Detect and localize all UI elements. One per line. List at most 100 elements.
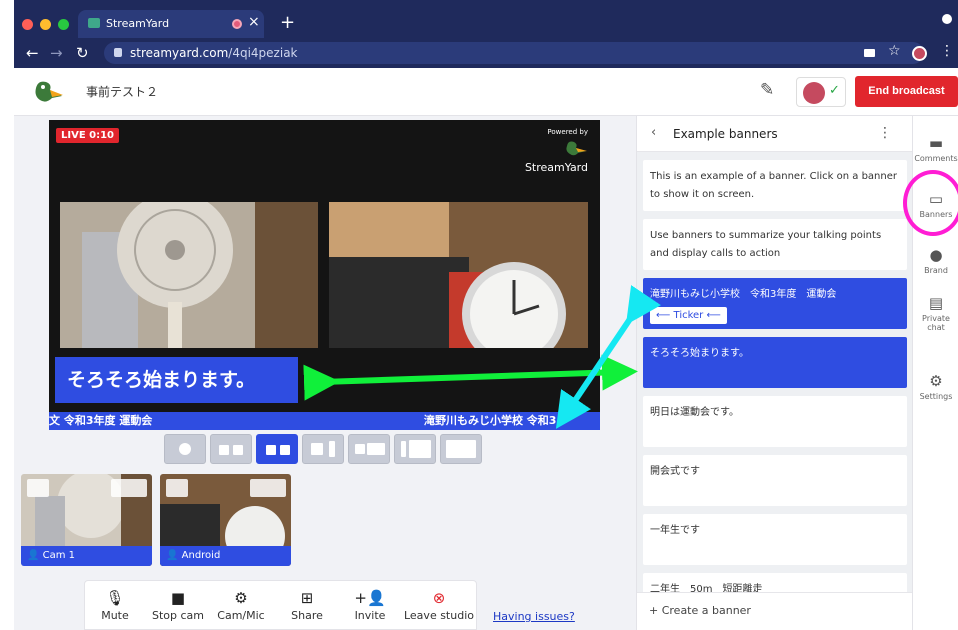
- cam-mic-settings-button[interactable]: ⚙ Cam/Mic: [211, 587, 271, 622]
- screen-share-icon: ⊞: [300, 589, 314, 607]
- person-icon: [266, 445, 276, 455]
- cam-label: 👤 Cam 1: [21, 546, 152, 566]
- banner-text: 二年生 50m 短距離走: [650, 584, 763, 592]
- broadcast-stage: LIVE 0:10 Powered by StreamYard そろそろ始まりま…: [49, 120, 600, 430]
- destination-avatar: [803, 82, 825, 104]
- person-icon: [329, 441, 335, 457]
- studio-title: 事前テスト２: [86, 85, 159, 99]
- profile-avatar-icon[interactable]: [912, 46, 927, 61]
- reload-icon[interactable]: ↻: [76, 44, 89, 62]
- having-issues-link[interactable]: Having issues?: [493, 610, 575, 623]
- person-icon[interactable]: [166, 479, 188, 497]
- muted-mic-menu-icon[interactable]: [250, 479, 286, 497]
- close-window-icon[interactable]: [22, 19, 33, 30]
- banner-text: 明日は運動会です。: [650, 407, 739, 418]
- tab-close-icon[interactable]: ×: [248, 14, 260, 30]
- banner-item-ticker[interactable]: 滝野川もみじ小学校 令和3年度 運動会 ⟵ Ticker ⟵: [643, 278, 907, 329]
- lock-icon: [114, 48, 122, 57]
- camera-icon: ■: [170, 589, 186, 607]
- cam-tile-cam1[interactable]: 👤 Cam 1: [21, 474, 152, 566]
- banner-text: Use banners to summarize your talking po…: [650, 230, 882, 259]
- layout-side-button[interactable]: [348, 434, 390, 464]
- streamyard-favicon-icon: [88, 18, 100, 28]
- layout-full-screen-button[interactable]: [440, 434, 482, 464]
- banner-item[interactable]: 開会式です: [643, 455, 907, 506]
- person-icon: [179, 443, 191, 455]
- url-field[interactable]: streamyard.com/4qi4peziak: [104, 42, 924, 64]
- banner-item-active[interactable]: そろそろ始まります。: [643, 337, 907, 388]
- person-icon: [355, 444, 365, 454]
- streamyard-brand-text: StreamYard: [524, 161, 588, 174]
- live-timer-badge: LIVE 0:10: [56, 128, 120, 143]
- more-options-icon[interactable]: ⋮: [878, 125, 892, 141]
- panel-title: Example banners: [673, 127, 778, 141]
- url-host: streamyard.com: [130, 46, 229, 60]
- sidebar-label: Settings: [919, 392, 953, 401]
- screen-icon: [367, 443, 385, 455]
- sidebar-item-comments[interactable]: ▬ Comments: [913, 134, 958, 163]
- share-screen-button[interactable]: ⊞ Share: [277, 587, 337, 622]
- camera-permission-icon[interactable]: [864, 49, 875, 57]
- fan-scene-image: [60, 202, 318, 348]
- on-screen-ticker: 文 令和3年度 運動会 滝野川もみじ小学校 令和3: [49, 412, 600, 430]
- add-person-icon: +👤: [354, 589, 386, 607]
- cam-mic-label: Cam/Mic: [217, 609, 265, 622]
- sidebar-item-brand[interactable]: ● Brand: [913, 246, 958, 275]
- back-chevron-icon[interactable]: ‹: [651, 125, 656, 140]
- close-circle-icon: ⊗: [432, 589, 446, 607]
- powered-by-text: Powered by: [547, 128, 588, 136]
- stop-cam-button[interactable]: ■ Stop cam: [148, 587, 208, 622]
- browser-chrome: StreamYard × + ← → ↻ streamyard.com/4qi4…: [14, 0, 958, 68]
- edit-pencil-icon[interactable]: ✎: [760, 80, 774, 100]
- person-icon: [233, 445, 243, 455]
- layout-group-button[interactable]: [256, 434, 298, 464]
- back-arrow-icon[interactable]: ←: [26, 44, 39, 62]
- layout-thin-button[interactable]: [210, 434, 252, 464]
- bookmark-star-icon[interactable]: ☆: [888, 43, 901, 59]
- banner-text: 滝野川もみじ小学校 令和3年度 運動会: [650, 289, 837, 300]
- layout-screen-button[interactable]: [394, 434, 436, 464]
- person-icon[interactable]: [27, 479, 49, 497]
- browser-tab[interactable]: StreamYard ×: [78, 10, 264, 38]
- mic-menu-icon[interactable]: [111, 479, 147, 497]
- checkmark-icon: ✓: [829, 83, 840, 98]
- streamyard-duck-icon: [566, 141, 587, 156]
- new-tab-button[interactable]: +: [280, 12, 295, 33]
- person-icon: [401, 441, 406, 457]
- banner-item[interactable]: This is an example of a banner. Click on…: [643, 160, 907, 211]
- banner-item[interactable]: 二年生 50m 短距離走: [643, 573, 907, 592]
- browser-menu-icon[interactable]: ⋮: [940, 43, 954, 59]
- banner-item[interactable]: Use banners to summarize your talking po…: [643, 219, 907, 270]
- banner-list: This is an example of a banner. Click on…: [637, 152, 913, 592]
- banners-panel: ‹ Example banners ⋮ This is an example o…: [636, 116, 913, 630]
- zoom-window-icon[interactable]: [58, 19, 69, 30]
- invite-button[interactable]: +👤 Invite: [340, 587, 400, 622]
- on-screen-banner: そろそろ始まります。: [55, 357, 298, 403]
- mute-button[interactable]: 🎙 Mute: [85, 587, 145, 622]
- sidebar-label: Brand: [924, 266, 948, 275]
- screenshot-root: StreamYard × + ← → ↻ streamyard.com/4qi4…: [0, 0, 958, 630]
- create-banner-button[interactable]: + Create a banner: [637, 592, 912, 630]
- sidebar-item-private-chat[interactable]: ▤ Private chat: [913, 294, 958, 332]
- banner-item[interactable]: 明日は運動会です。: [643, 396, 907, 447]
- chat-icon: ▤: [928, 294, 944, 312]
- gear-icon: ⚙: [234, 589, 248, 607]
- powered-by-watermark: Powered by StreamYard: [525, 128, 588, 174]
- screen-icon: [446, 440, 476, 458]
- person-icon: [219, 445, 229, 455]
- screen-icon: [409, 440, 431, 458]
- forward-arrow-icon[interactable]: →: [50, 44, 63, 62]
- profile-menu-icon[interactable]: [942, 14, 952, 24]
- sidebar-item-settings[interactable]: ⚙ Settings: [913, 372, 958, 401]
- highlight-circle-annotation: [903, 170, 958, 236]
- streamyard-duck-logo: [35, 81, 63, 102]
- cam-tile-android[interactable]: 👤 Android: [160, 474, 291, 566]
- destination-avatar-button[interactable]: ✓: [796, 77, 846, 107]
- banner-item[interactable]: 一年生です: [643, 514, 907, 565]
- end-broadcast-button[interactable]: End broadcast: [855, 76, 958, 107]
- leave-studio-button[interactable]: ⊗ Leave studio: [403, 587, 475, 622]
- sidebar-label: Private chat: [922, 314, 950, 332]
- layout-solo-button[interactable]: [164, 434, 206, 464]
- minimize-window-icon[interactable]: [40, 19, 51, 30]
- layout-leader-button[interactable]: [302, 434, 344, 464]
